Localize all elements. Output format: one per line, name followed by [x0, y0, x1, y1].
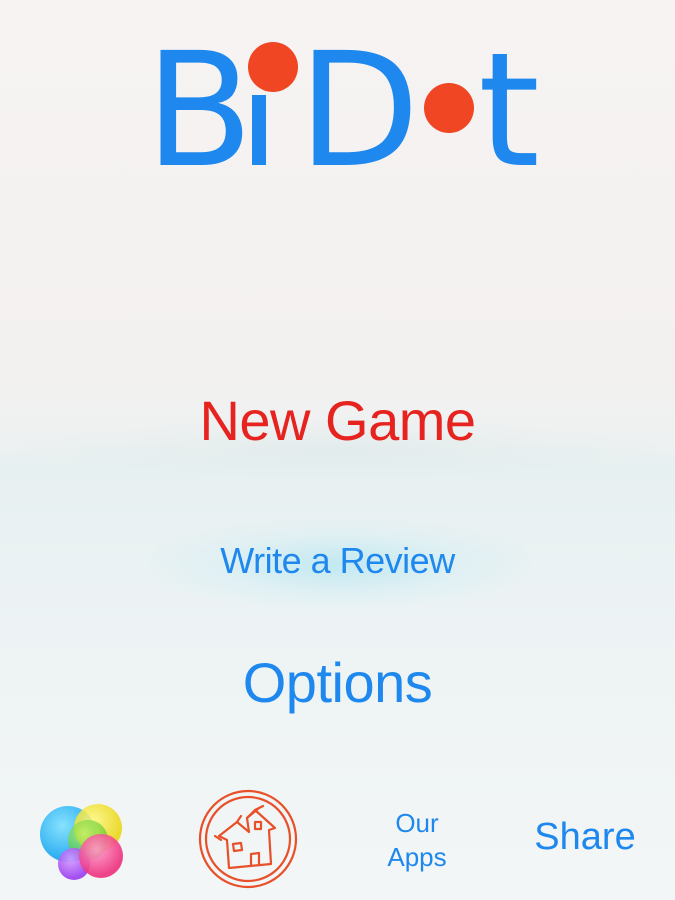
bottom-bar: Our Apps Share — [0, 780, 675, 900]
logo-graphic: B D t — [145, 19, 540, 203]
our-apps-button[interactable]: Our Apps — [372, 806, 462, 874]
logo-i-stem — [252, 95, 266, 165]
logo-letter-b: B — [145, 19, 253, 200]
logo-red-dot-i — [248, 42, 298, 92]
logo-letter-t: t — [478, 19, 540, 200]
write-review-button[interactable]: Write a Review — [0, 540, 675, 582]
share-button[interactable]: Share — [520, 816, 650, 859]
game-logo: B D t — [0, 0, 675, 203]
options-button[interactable]: Options — [0, 650, 675, 715]
logo-red-dot-o — [424, 83, 474, 133]
logo-letter-d: D — [298, 19, 420, 200]
our-apps-line-2: Apps — [387, 842, 447, 872]
game-center-bubbles-icon[interactable] — [38, 794, 130, 886]
our-apps-line-1: Our — [395, 808, 439, 838]
haunted-house-icon[interactable] — [197, 788, 299, 890]
new-game-button[interactable]: New Game — [0, 388, 675, 453]
